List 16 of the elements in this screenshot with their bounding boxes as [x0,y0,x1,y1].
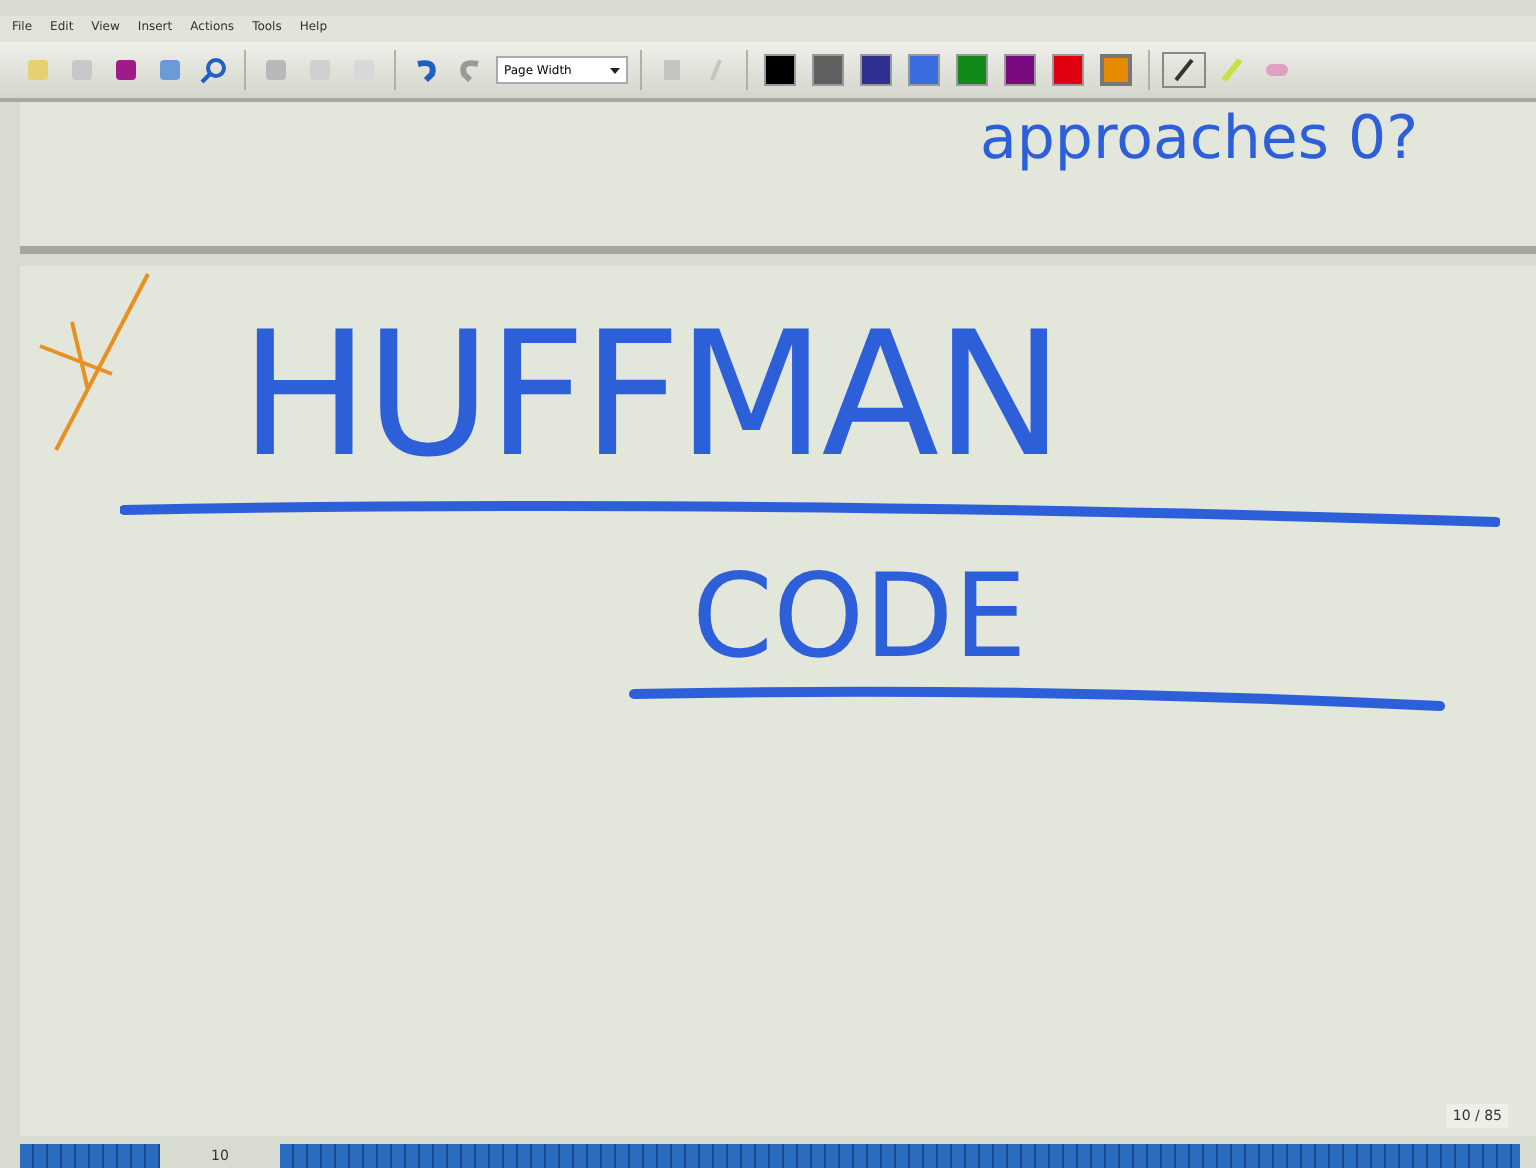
color-swatch[interactable] [1052,54,1084,86]
ink-note: approaches 0? [980,110,1419,170]
caret-icon [610,67,620,73]
color-swatch[interactable] [812,54,844,86]
color-swatch[interactable] [860,54,892,86]
ink-heading: HUFFMAN [240,310,1060,482]
color-swatch[interactable] [908,54,940,86]
color-swatch[interactable] [1004,54,1036,86]
page-bar[interactable] [20,1144,160,1168]
pen-icon[interactable] [1162,52,1206,88]
search-icon[interactable] [196,52,232,88]
color-swatch[interactable] [1100,54,1132,86]
ink-subheading: CODE [692,558,1027,674]
color-swatch[interactable] [764,54,796,86]
page-bar[interactable] [280,1144,1520,1168]
color-swatch[interactable] [956,54,988,86]
